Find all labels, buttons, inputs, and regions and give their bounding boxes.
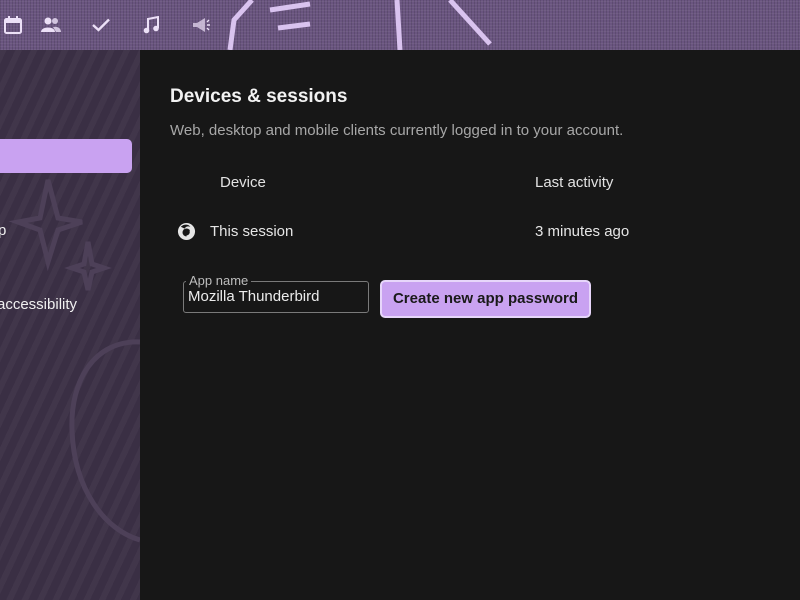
page-description: Web, desktop and mobile clients currentl… [170, 122, 624, 139]
column-header-device: Device [220, 174, 266, 191]
sidebar-item-label: p [0, 222, 7, 239]
sidebar: p accessibility [0, 50, 140, 600]
music-note-icon[interactable] [126, 0, 176, 50]
app-name-label: App name [186, 273, 252, 288]
session-last-activity: 3 minutes ago [535, 223, 630, 240]
sidebar-item-accessibility[interactable]: accessibility [0, 296, 77, 313]
sidebar-artwork [8, 179, 140, 543]
column-header-last-activity: Last activity [535, 174, 614, 191]
session-device: This session [210, 223, 294, 240]
people-icon[interactable] [26, 0, 76, 50]
firefox-icon [177, 222, 196, 241]
calendar-icon[interactable] [0, 0, 26, 50]
checkmark-icon[interactable] [76, 0, 126, 50]
megaphone-icon[interactable] [176, 0, 226, 50]
page-title: Devices & sessions [170, 86, 348, 107]
app-name-input[interactable] [188, 288, 364, 305]
banner-artwork [227, 0, 492, 50]
sidebar-item-partial[interactable]: p [0, 222, 6, 239]
session-row: This session 3 minutes ago [170, 220, 770, 244]
create-app-password-button[interactable]: Create new app password [380, 280, 591, 318]
sidebar-item-active[interactable] [0, 139, 132, 173]
top-banner [0, 0, 800, 50]
app-name-field: App name [183, 273, 369, 313]
main-panel: Devices & sessions Web, desktop and mobi… [140, 50, 800, 600]
sidebar-item-label: accessibility [0, 296, 78, 313]
